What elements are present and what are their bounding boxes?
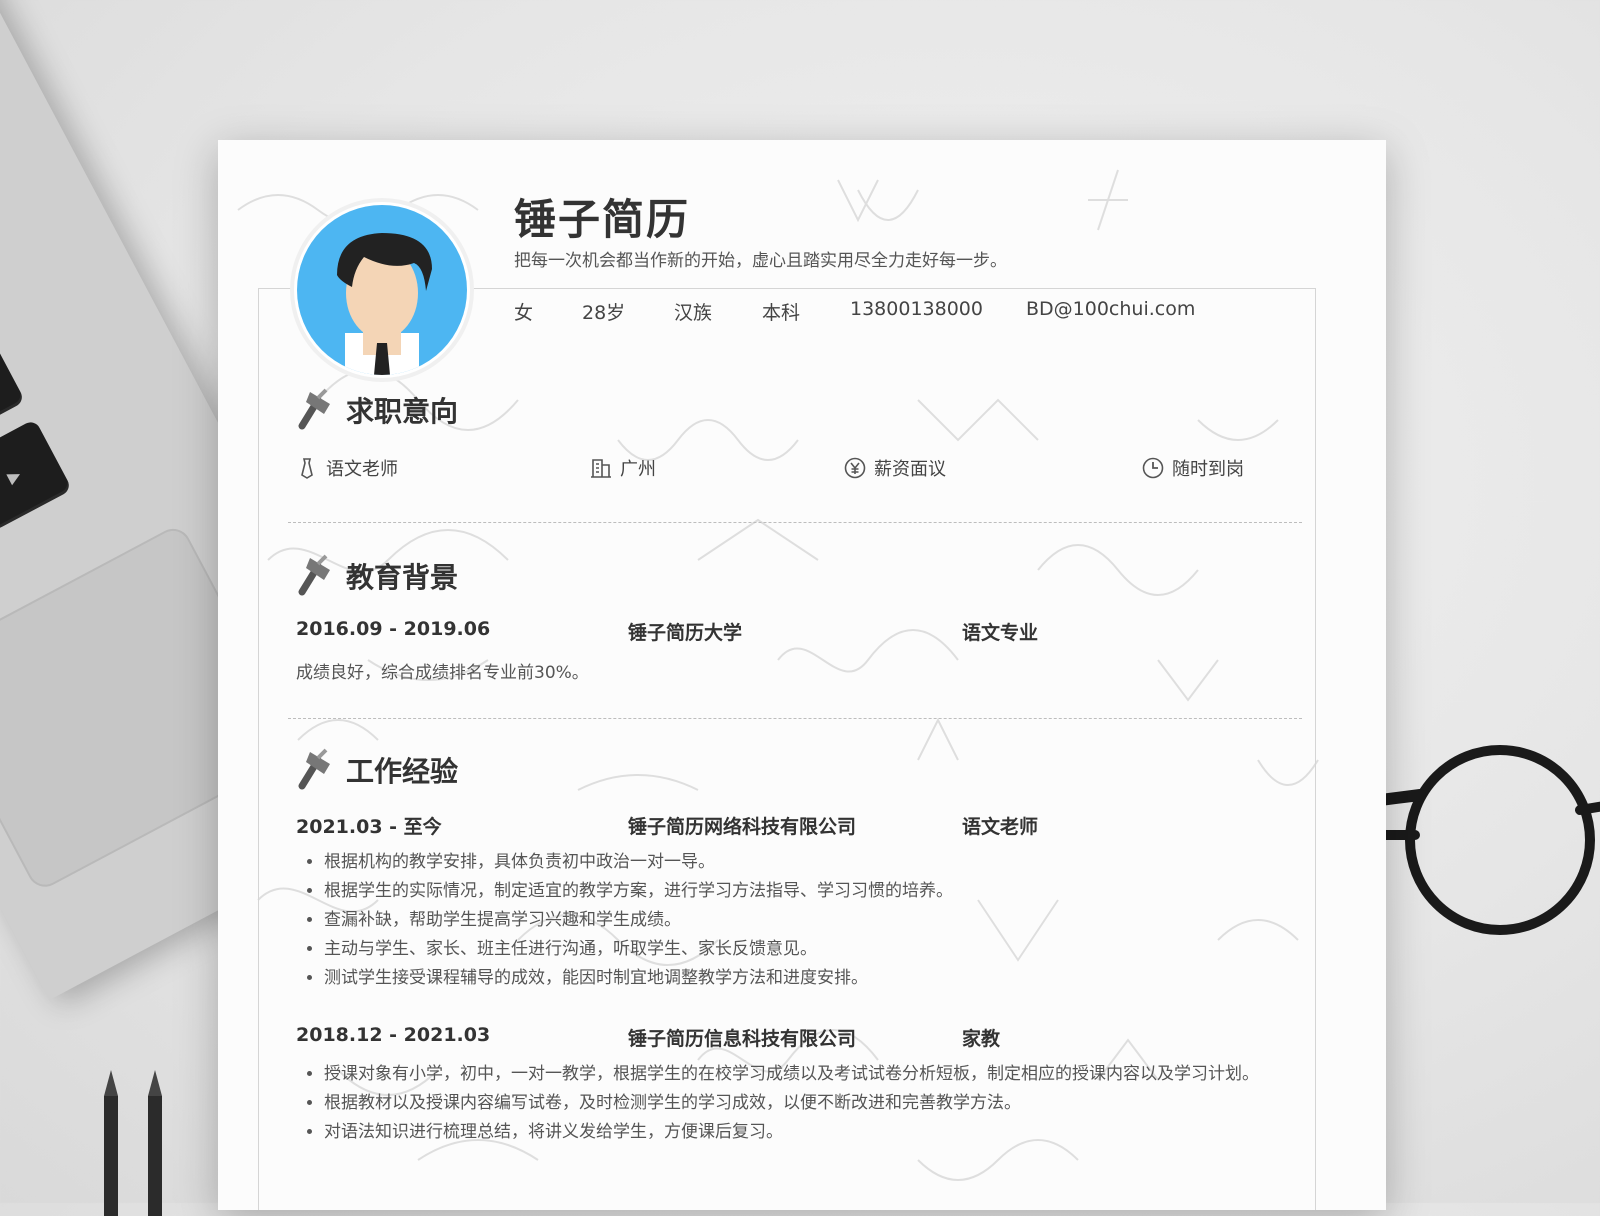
section-title-intent: 求职意向	[296, 386, 458, 434]
job-role: 语文老师	[962, 816, 1039, 838]
job-period: 2018.12 - 2021.03	[296, 1024, 491, 1046]
edu-description: 成绩良好，综合成绩排名专业前30%。	[296, 663, 589, 683]
list-item: 根据教材以及授课内容编写试卷，及时检测学生的学习成效，以便不断改进和完善教学方法…	[324, 1089, 1314, 1118]
info-email: BD@100chui.com	[1026, 298, 1196, 320]
glasses-icon	[1380, 745, 1600, 935]
clock-icon	[1142, 457, 1164, 479]
job-duties: 根据机构的教学安排，具体负责初中政治一对一导。 根据学生的实际情况，制定适宜的教…	[296, 848, 1314, 993]
intent-label: 随时到岗	[1172, 459, 1244, 480]
section-title-work: 工作经验	[296, 746, 458, 794]
resume-slogan: 把每一次机会都当作新的开始，虚心且踏实用尽全力走好每一步。	[514, 251, 1007, 271]
laptop-keyboard: ⌂ ▲ ▶	[0, 0, 179, 578]
list-item: 授课对象有小学，初中，一对一教学，根据学生的在校学习成绩以及考试试卷分析短板，制…	[324, 1060, 1314, 1089]
intent-label: 广州	[620, 459, 656, 480]
intent-label: 薪资面议	[874, 459, 946, 480]
hammer-icon	[298, 388, 330, 430]
avatar	[294, 202, 470, 378]
arrow-key-icon: ▶	[0, 418, 73, 532]
hammer-icon	[298, 748, 330, 790]
list-item: 测试学生接受课程辅导的成效，能因时制宜地调整教学方法和进度安排。	[324, 964, 1314, 993]
info-phone: 13800138000	[850, 298, 983, 320]
yen-icon	[844, 457, 866, 479]
section-divider	[288, 522, 1302, 523]
section-title-text: 工作经验	[346, 755, 459, 788]
list-item: 对语法知识进行梳理总结，将讲义发给学生，方便课后复习。	[324, 1118, 1314, 1147]
resume-name: 锤子简历	[514, 195, 691, 244]
job-company: 锤子简历网络科技有限公司	[628, 816, 857, 838]
intent-city: 广州	[590, 455, 656, 481]
job-role: 家教	[962, 1028, 1001, 1050]
edu-period: 2016.09 - 2019.06	[296, 618, 491, 640]
resume-page: 锤子简历 把每一次机会都当作新的开始，虚心且踏实用尽全力走好每一步。 女 28岁…	[218, 140, 1386, 1210]
hammer-icon	[298, 554, 330, 596]
job-period: 2021.03 - 至今	[296, 816, 442, 838]
info-gender: 女	[514, 302, 534, 324]
section-divider	[288, 718, 1302, 719]
list-item: 主动与学生、家长、班主任进行沟通，听取学生、家长反馈意见。	[324, 935, 1314, 964]
building-icon	[591, 459, 611, 478]
avatar-icon	[297, 205, 467, 375]
info-ethnicity: 汉族	[674, 302, 713, 324]
section-title-education: 教育背景	[296, 552, 458, 600]
section-title-text: 教育背景	[346, 561, 459, 594]
edu-school: 锤子简历大学	[628, 622, 743, 644]
intent-position: 语文老师	[296, 455, 398, 481]
list-item: 根据学生的实际情况，制定适宜的教学方案，进行学习方法指导、学习习惯的培养。	[324, 877, 1314, 906]
list-item: 根据机构的教学安排，具体负责初中政治一对一导。	[324, 848, 1314, 877]
intent-availability: 随时到岗	[1142, 455, 1244, 481]
job-duties: 授课对象有小学，初中，一对一教学，根据学生的在校学习成绩以及考试试卷分析短板，制…	[296, 1060, 1314, 1147]
tie-icon	[301, 458, 313, 479]
intent-salary: 薪资面议	[844, 455, 946, 481]
section-title-text: 求职意向	[346, 395, 459, 428]
edu-major: 语文专业	[962, 622, 1039, 644]
job-company: 锤子简历信息科技有限公司	[628, 1028, 857, 1050]
intent-label: 语文老师	[326, 459, 398, 480]
pencil-icon	[148, 1070, 162, 1216]
info-age: 28岁	[582, 302, 626, 324]
pencil-icon	[104, 1070, 118, 1216]
info-degree: 本科	[762, 302, 801, 324]
list-item: 查漏补缺，帮助学生提高学习兴趣和学生成绩。	[324, 906, 1314, 935]
